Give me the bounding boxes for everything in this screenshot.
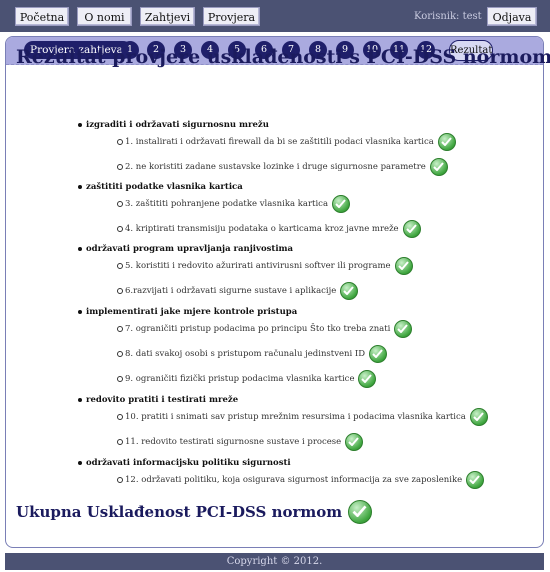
check-icon (469, 408, 488, 426)
check-icon (340, 282, 359, 300)
category-network: izgraditi i održavati sigurnosnu mrežu (78, 120, 269, 130)
requirement-4: 4. kriptirati transmisiju podataka o kar… (117, 220, 421, 238)
check-icon (358, 370, 377, 388)
total-compliance: Ukupna Usklađenost PCI-DSS normom (16, 500, 373, 524)
nav-check-button[interactable]: Provjera (203, 7, 260, 26)
requirement-text: 12. održavati politiku, koja osigurava s… (125, 475, 463, 485)
requirement-8: 8. dati svakoj osobi s pristupom računal… (116, 345, 388, 363)
requirement-7: 7. ograničiti pristup podacima po princi… (116, 320, 413, 338)
nav-home-button[interactable]: Početna (15, 7, 69, 26)
requirement-text: 1. instalirati i održavati firewall da b… (125, 137, 434, 147)
check-icon (394, 320, 413, 338)
category-vulnerability: održavati program upravljanja ranjivosti… (77, 244, 294, 254)
requirement-text: 6.razvijati i održavati sigurne sustave … (125, 286, 337, 296)
check-icon (345, 433, 364, 451)
category-security-policy: održavati informacijsku politiku sigurno… (78, 458, 291, 468)
requirement-text: 2. ne koristiti zadane sustavske lozinke… (125, 162, 426, 172)
requirement-text: 4. kriptirati transmisiju podataka o kar… (125, 224, 399, 234)
check-icon (394, 257, 413, 275)
check-icon (437, 133, 456, 151)
check-icon (429, 158, 448, 176)
check-icon (348, 500, 373, 524)
check-icon (466, 471, 485, 489)
requirement-text: 3. zaštititi pohranjene podatke vlasnika… (125, 199, 329, 209)
requirement-3: 3. zaštititi pohranjene podatke vlasnika… (116, 195, 351, 213)
requirement-2: 2. ne koristiti zadane sustavske lozinke… (117, 158, 448, 176)
requirement-text: 11. redovito testirati sigurnosne sustav… (125, 437, 342, 447)
requirement-1: 1. instalirati i održavati firewall da b… (117, 133, 456, 151)
check-icon (369, 345, 388, 363)
check-icon (332, 195, 351, 213)
requirement-text: 8. dati svakoj osobi s pristupom računal… (125, 349, 366, 359)
requirement-6: 6.razvijati i održavati sigurne sustave … (116, 282, 359, 300)
requirement-text: 7. ograničiti pristup podacima po princi… (125, 324, 391, 334)
top-navigation: Početna O nomi Zahtjevi Provjera Korisni… (0, 0, 550, 32)
check-icon (402, 220, 421, 238)
nav-about-button[interactable]: O nomi (77, 7, 132, 26)
category-access-control: implementirati jake mjere kontrole prist… (77, 307, 298, 317)
requirement-9: 9. ograničiti fizički pristup podacima v… (116, 370, 377, 388)
requirement-text: 10. pratiti i snimati sav pristup mrežni… (125, 412, 466, 422)
requirement-10: 10. pratiti i snimati sav pristup mrežni… (117, 408, 488, 426)
requirement-text: 5. koristiti i redovito ažurirati antivi… (125, 261, 391, 271)
footer: Copyright © 2012. (5, 553, 544, 570)
category-cardholder-data: zaštititi podatke vlasnika kartica (78, 182, 243, 192)
requirement-12: 12. održavati politiku, koja osigurava s… (116, 471, 485, 489)
total-label: Ukupna Usklađenost PCI-DSS normom (16, 503, 343, 521)
requirement-11: 11. redovito testirati sigurnosne sustav… (116, 433, 364, 451)
requirement-text: 9. ograničiti fizički pristup podacima v… (125, 374, 355, 384)
requirement-5: 5. koristiti i redovito ažurirati antivi… (117, 257, 413, 275)
page-title: Rezultat provjere usklađenosti s PCI-DSS… (16, 46, 550, 68)
nav-requirements-button[interactable]: Zahtjevi (140, 7, 195, 26)
user-label: Korisnik: test (414, 11, 482, 22)
category-monitoring: redovito pratiti i testirati mreže (77, 395, 239, 405)
logout-button[interactable]: Odjava (487, 7, 537, 26)
